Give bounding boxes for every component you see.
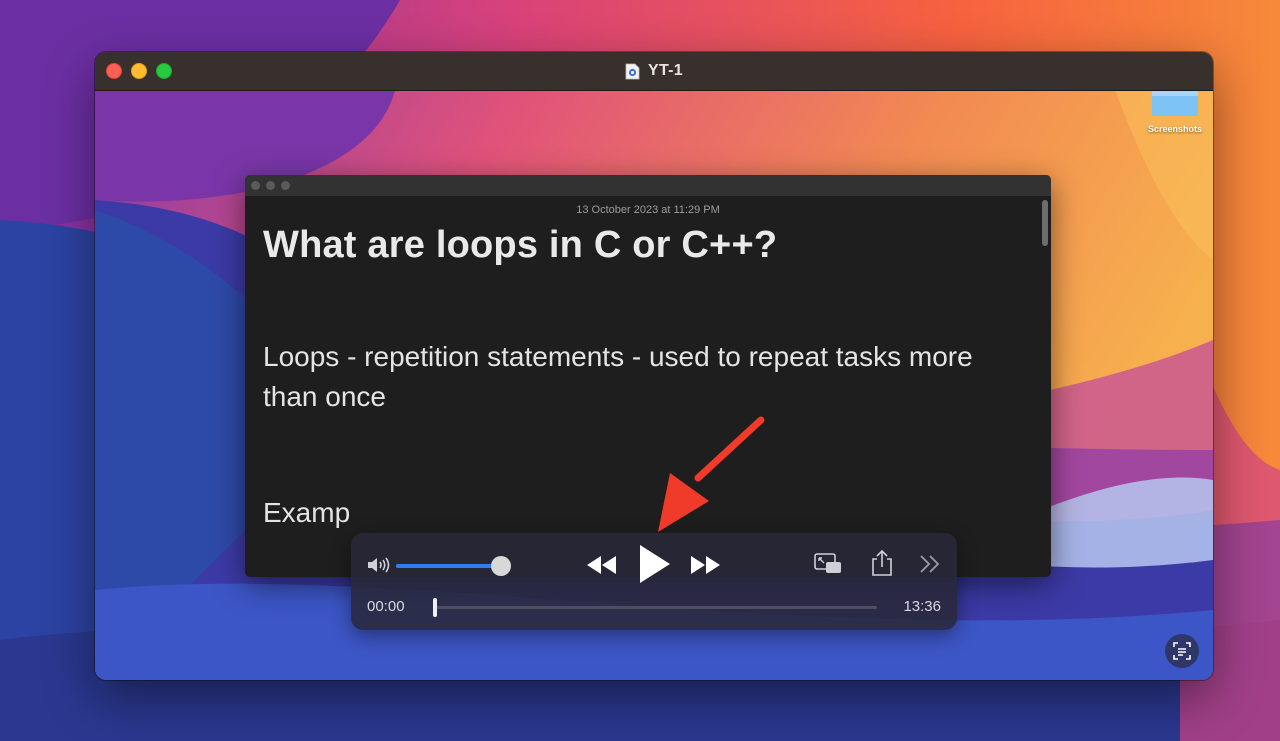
note-heading: What are loops in C or C++? — [263, 224, 778, 266]
notes-window: 13 October 2023 at 11:29 PM What are loo… — [245, 175, 1051, 577]
fullscreen-button[interactable] — [156, 63, 172, 79]
duration-time: 13:36 — [903, 598, 941, 615]
fast-forward-icon — [691, 556, 720, 574]
play-icon — [640, 545, 670, 583]
notes-titlebar — [245, 175, 1051, 196]
volume-fill — [396, 564, 501, 568]
notes-close-dot — [251, 181, 260, 190]
video-area[interactable]: Screenshots 13 October 2023 at 11:29 PM … — [95, 90, 1213, 680]
notes-scrollbar — [1042, 200, 1048, 246]
share-icon — [872, 549, 892, 576]
picture-in-picture-icon — [814, 553, 841, 573]
share-button[interactable] — [869, 548, 895, 578]
live-text-icon — [1173, 642, 1191, 660]
folder-icon — [1152, 90, 1198, 116]
window-titlebar[interactable]: YT-1 — [95, 52, 1213, 91]
note-example: Examp — [263, 497, 351, 528]
notes-zoom-dot — [281, 181, 290, 190]
current-time: 00:00 — [367, 598, 405, 615]
note-date: 13 October 2023 at 11:29 PM — [576, 204, 720, 216]
picture-in-picture-button[interactable] — [813, 551, 843, 577]
timeline-scrubber[interactable] — [433, 598, 877, 617]
quicktime-document-icon — [625, 63, 640, 79]
volume-knob[interactable] — [490, 556, 511, 576]
title-group: YT-1 — [625, 62, 683, 80]
playhead[interactable] — [433, 598, 437, 617]
volume-slider[interactable] — [396, 556, 511, 576]
close-button[interactable] — [106, 63, 122, 79]
live-text-button[interactable] — [1165, 634, 1199, 668]
playback-controls: 00:00 13:36 — [351, 533, 957, 630]
window-title: YT-1 — [648, 62, 683, 79]
more-button[interactable] — [918, 553, 942, 575]
volume-icon[interactable] — [366, 555, 392, 575]
play-button[interactable] — [636, 543, 672, 585]
quicktime-window: YT-1 Screenshots 13 October 2023 at 11:2… — [95, 52, 1213, 680]
minimize-button[interactable] — [131, 63, 147, 79]
screenshots-folder[interactable]: Screenshots — [1143, 90, 1207, 134]
rewind-button[interactable] — [585, 553, 619, 577]
folder-label: Screenshots — [1147, 124, 1203, 134]
note-body: Loops - repetition statements - used to … — [263, 341, 973, 412]
traffic-lights — [106, 63, 172, 79]
rewind-icon — [587, 556, 616, 574]
fast-forward-button[interactable] — [688, 553, 722, 577]
notes-minimize-dot — [266, 181, 275, 190]
more-icon — [920, 555, 940, 573]
